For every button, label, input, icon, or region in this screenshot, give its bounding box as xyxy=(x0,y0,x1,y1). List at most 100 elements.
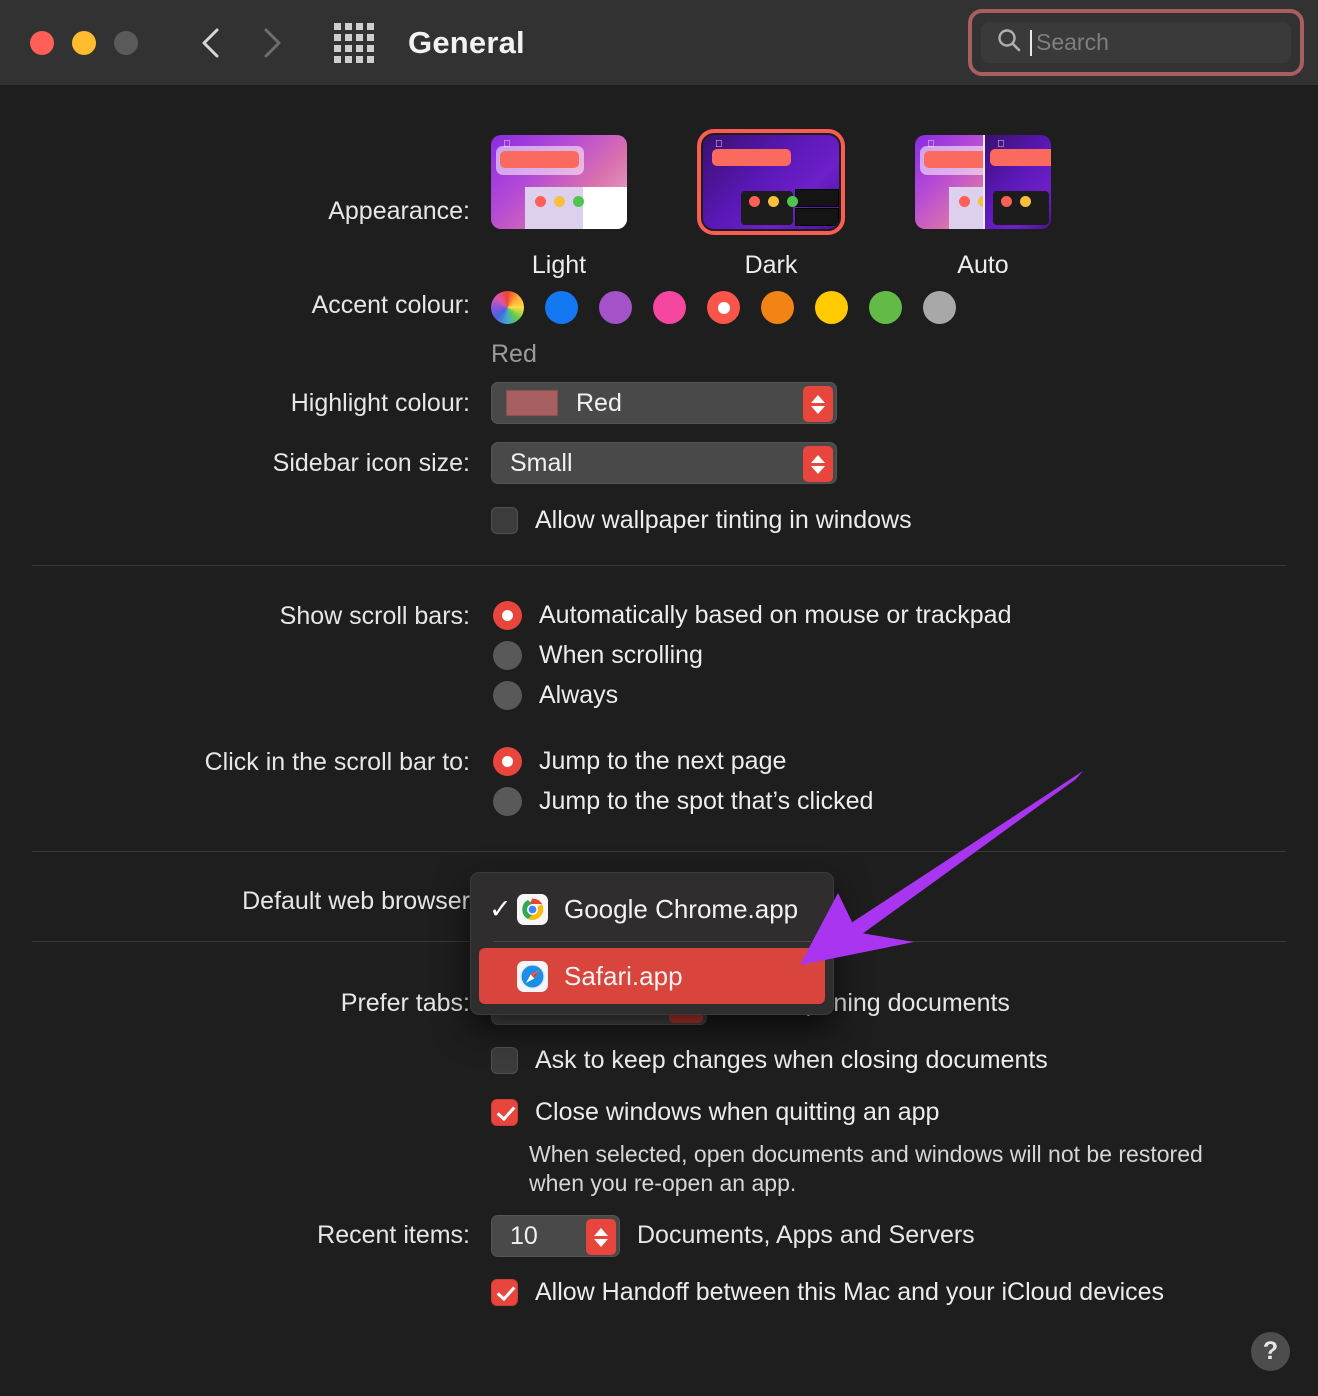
highlight-colour-popup[interactable]: Red xyxy=(491,382,837,424)
search-input[interactable]: Search xyxy=(981,22,1291,63)
handoff-label: Allow Handoff between this Mac and your … xyxy=(535,1278,1165,1306)
accent-swatch-orange[interactable] xyxy=(761,291,794,324)
radio-auto[interactable] xyxy=(493,601,522,630)
appearance-option-auto[interactable]:   xyxy=(915,135,1051,280)
close-windows-checkbox[interactable] xyxy=(491,1099,518,1126)
back-chevron-icon[interactable] xyxy=(198,26,224,60)
highlight-colour-label: Highlight colour: xyxy=(290,389,470,417)
recent-items-value: 10 xyxy=(510,1221,538,1250)
accent-swatch-yellow[interactable] xyxy=(815,291,848,324)
sidebar-icon-size-label: Sidebar icon size: xyxy=(272,449,470,477)
chrome-icon xyxy=(517,893,548,925)
ask-keep-changes-label: Ask to keep changes when closing documen… xyxy=(535,1046,1048,1074)
click-scroll-bar-label: Click in the scroll bar to: xyxy=(204,748,470,776)
checkmark-icon: ✓ xyxy=(489,893,512,924)
radio-auto-label: Automatically based on mouse or trackpad xyxy=(539,601,1012,629)
sidebar-icon-size-stepper-icon[interactable] xyxy=(803,446,833,482)
thumb-auto-light-half:  xyxy=(915,135,983,229)
preferences-content: Appearance:  Light  xyxy=(0,85,1318,1396)
text-cursor xyxy=(1030,29,1032,56)
menu-item-safari[interactable]: Safari.app xyxy=(479,948,825,1004)
accent-swatch-green[interactable] xyxy=(869,291,902,324)
appearance-options:  Light  xyxy=(491,129,1051,280)
thumb-content xyxy=(583,187,627,229)
accent-swatch-purple[interactable] xyxy=(599,291,632,324)
menu-separator xyxy=(493,941,811,942)
search-placeholder: Search xyxy=(1036,29,1109,55)
close-windows-label: Close windows when quitting an app xyxy=(535,1098,940,1126)
help-button[interactable]: ? xyxy=(1251,1332,1290,1371)
radio-jump-spot-clicked[interactable] xyxy=(493,787,522,816)
scroll-bars-option-when-scrolling[interactable]: When scrolling xyxy=(493,641,703,670)
search-icon xyxy=(996,27,1022,58)
highlight-colour-value: Red xyxy=(576,388,622,417)
zoom-window-button xyxy=(114,30,138,55)
section-divider xyxy=(32,565,1286,566)
click-scroll-option-next-page[interactable]: Jump to the next page xyxy=(493,747,786,776)
radio-when-scrolling-label: When scrolling xyxy=(539,641,703,669)
wallpaper-tinting-checkbox-row[interactable]: Allow wallpaper tinting in windows xyxy=(491,507,912,534)
appearance-label-auto: Auto xyxy=(957,251,1009,279)
appearance-label-dark: Dark xyxy=(744,251,798,279)
appearance-thumb-dark:  xyxy=(697,129,845,235)
radio-always-label: Always xyxy=(539,681,619,709)
menu-item-google-chrome-label: Google Chrome.app xyxy=(564,893,799,924)
page-title: General xyxy=(408,24,525,60)
accent-swatch-graphite[interactable] xyxy=(923,291,956,324)
thumb-sidebar xyxy=(525,187,583,229)
section-divider xyxy=(32,851,1286,852)
accent-swatch-red[interactable] xyxy=(707,291,740,324)
handoff-row[interactable]: Allow Handoff between this Mac and your … xyxy=(491,1279,1164,1306)
wallpaper-tinting-label: Allow wallpaper tinting in windows xyxy=(535,506,912,534)
traffic-light-buttons xyxy=(30,30,138,55)
show-all-grid-icon[interactable] xyxy=(334,22,374,63)
safari-icon xyxy=(517,960,548,992)
prefer-tabs-label: Prefer tabs: xyxy=(340,989,470,1017)
navigation-buttons xyxy=(198,26,284,60)
scroll-bars-option-auto[interactable]: Automatically based on mouse or trackpad xyxy=(493,601,1011,630)
window-toolbar: General Search xyxy=(0,0,1318,85)
thumb-traffic-dots xyxy=(535,196,584,207)
accent-colour-swatches xyxy=(491,291,956,324)
handoff-checkbox[interactable] xyxy=(491,1279,518,1306)
radio-jump-spot-clicked-label: Jump to the spot that’s clicked xyxy=(539,787,874,815)
highlight-colour-swatch xyxy=(506,390,558,416)
thumb-titlebar xyxy=(712,149,791,166)
close-windows-row[interactable]: Close windows when quitting an app xyxy=(491,1099,939,1126)
ask-keep-changes-row[interactable]: Ask to keep changes when closing documen… xyxy=(491,1047,1048,1074)
thumb-pane-upper xyxy=(795,189,839,207)
appearance-label-light: Light xyxy=(531,251,587,279)
click-scroll-option-spot-clicked[interactable]: Jump to the spot that’s clicked xyxy=(493,787,873,816)
sidebar-icon-size-popup[interactable]: Small xyxy=(491,442,837,484)
wallpaper-tinting-checkbox[interactable] xyxy=(491,507,518,534)
system-preferences-window: General Search Appearance:  xyxy=(0,0,1318,1396)
menu-item-safari-label: Safari.app xyxy=(564,960,683,991)
search-field-focus-ring: Search xyxy=(968,9,1304,76)
default-web-browser-label: Default web browser xyxy=(242,887,470,915)
highlight-colour-stepper-icon[interactable] xyxy=(803,386,833,422)
recent-items-popup[interactable]: 10 xyxy=(491,1215,620,1257)
accent-swatch-pink[interactable] xyxy=(653,291,686,324)
appearance-option-dark[interactable]:  Dark xyxy=(697,129,845,280)
recent-items-label: Recent items: xyxy=(317,1221,470,1249)
close-windows-help-line1: When selected, open documents and window… xyxy=(529,1141,1203,1167)
scroll-bars-option-always[interactable]: Always xyxy=(493,681,618,710)
ask-keep-changes-checkbox[interactable] xyxy=(491,1047,518,1074)
thumb-auto-divider xyxy=(983,135,985,229)
appearance-thumb-auto:   xyxy=(915,135,1051,229)
minimize-window-button[interactable] xyxy=(72,30,96,55)
forward-chevron-icon xyxy=(258,26,284,60)
close-window-button[interactable] xyxy=(30,30,54,55)
menu-item-google-chrome[interactable]: ✓ Google Chrome.app xyxy=(471,881,833,937)
radio-when-scrolling[interactable] xyxy=(493,641,522,670)
accent-swatch-blue[interactable] xyxy=(545,291,578,324)
accent-swatch-multicolour[interactable] xyxy=(491,291,524,324)
sidebar-icon-size-value: Small xyxy=(510,448,573,477)
show-scroll-bars-label: Show scroll bars: xyxy=(279,602,470,630)
radio-always[interactable] xyxy=(493,681,522,710)
appearance-option-light[interactable]:  Light xyxy=(491,135,627,280)
radio-jump-next-page-label: Jump to the next page xyxy=(539,747,787,775)
radio-jump-next-page[interactable] xyxy=(493,747,522,776)
default-browser-dropdown-menu: ✓ Google Chrome.app Safari.app xyxy=(470,872,834,1015)
recent-items-stepper-icon[interactable] xyxy=(586,1219,616,1255)
